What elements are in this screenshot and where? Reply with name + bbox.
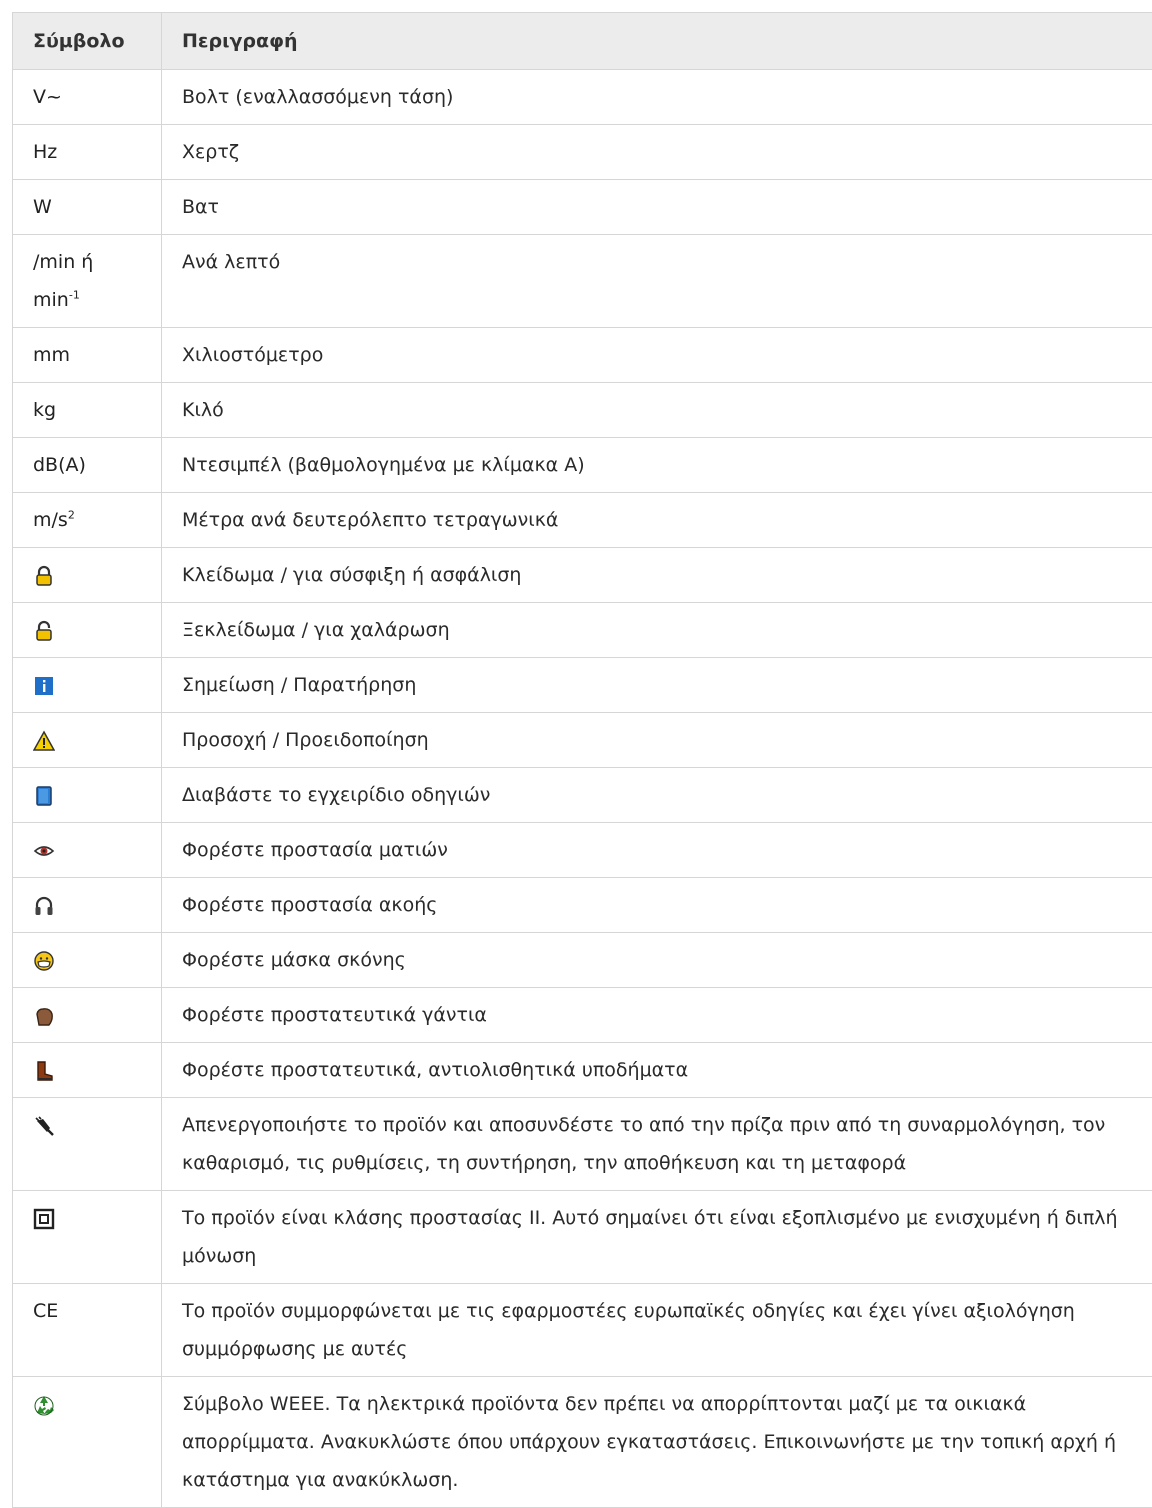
description-cell: Ξεκλείδωμα / για χαλάρωση [162, 603, 1152, 658]
table-row: Διαβάστε το εγχειρίδιο οδηγιών [13, 768, 1152, 823]
gloves-icon [33, 1005, 55, 1027]
table-row: V~ Βολτ (εναλλασσόμενη τάση) [13, 70, 1152, 125]
symbols-table: Σύμβολο Περιγραφή V~ Βολτ (εναλλασσόμενη… [12, 12, 1152, 1508]
table-row: Φορέστε προστασία ματιών [13, 823, 1152, 878]
description-cell: Βολτ (εναλλασσόμενη τάση) [162, 70, 1152, 125]
hearing-protection-icon [33, 895, 55, 917]
description-cell: Φορέστε προστατευτικά γάντια [162, 988, 1152, 1043]
table-row: CE Το προϊόν συμμορφώνεται με τις εφαρμο… [13, 1284, 1152, 1377]
symbol-cell: Hz [13, 125, 162, 180]
lock-icon [33, 565, 55, 587]
symbol-cell [13, 768, 162, 823]
description-cell: Φορέστε προστατευτικά, αντιολισθητικά υπ… [162, 1043, 1152, 1098]
symbol-cell [13, 988, 162, 1043]
eye-protection-icon [33, 840, 55, 862]
symbol-cell [13, 823, 162, 878]
symbol-cell [13, 933, 162, 988]
table-row: mm Χιλιοστόμετρο [13, 328, 1152, 383]
symbol-cell: kg [13, 383, 162, 438]
symbol-cell: /min ή min-1 [13, 235, 162, 328]
class-ii-icon [33, 1208, 55, 1230]
table-row: Σημείωση / Παρατήρηση [13, 658, 1152, 713]
info-icon [33, 675, 55, 697]
symbol-cell: mm [13, 328, 162, 383]
table-row: Φορέστε μάσκα σκόνης [13, 933, 1152, 988]
symbol-cell [13, 1098, 162, 1191]
table-row: Hz Χερτζ [13, 125, 1152, 180]
description-cell: Φορέστε προστασία ακοής [162, 878, 1152, 933]
symbol-cell [13, 1377, 162, 1508]
description-cell: Απενεργοποιήστε το προϊόν και αποσυνδέστ… [162, 1098, 1152, 1191]
table-row: m/s2 Μέτρα ανά δευτερόλεπτο τετραγωνικά [13, 493, 1152, 548]
table-row: Προσοχή / Προειδοποίηση [13, 713, 1152, 768]
table-row: kg Κιλό [13, 383, 1152, 438]
unplug-icon [33, 1115, 55, 1137]
table-row: Φορέστε προστασία ακοής [13, 878, 1152, 933]
table-row: dB(A) Ντεσιμπέλ (βαθμολογημένα με κλίμακ… [13, 438, 1152, 493]
symbol-cell [13, 658, 162, 713]
symbol-cell [13, 603, 162, 658]
symbol-cell [13, 1191, 162, 1284]
table-row: Σύμβολο WEEE. Τα ηλεκτρικά προϊόντα δεν … [13, 1377, 1152, 1508]
warning-icon [33, 730, 55, 752]
symbol-cell [13, 713, 162, 768]
description-cell: Φορέστε μάσκα σκόνης [162, 933, 1152, 988]
symbol-text: /min ή [33, 251, 93, 273]
symbol-superscript: 2 [68, 509, 75, 522]
symbol-cell [13, 1043, 162, 1098]
symbol-cell: V~ [13, 70, 162, 125]
description-cell: Κιλό [162, 383, 1152, 438]
description-cell: Προσοχή / Προειδοποίηση [162, 713, 1152, 768]
symbol-superscript: -1 [69, 289, 80, 302]
symbol-cell: m/s2 [13, 493, 162, 548]
table-row: W Βατ [13, 180, 1152, 235]
description-cell: Ντεσιμπέλ (βαθμολογημένα με κλίμακα A) [162, 438, 1152, 493]
description-cell: Μέτρα ανά δευτερόλεπτο τετραγωνικά [162, 493, 1152, 548]
description-cell: Το προϊόν είναι κλάσης προστασίας II. Αυ… [162, 1191, 1152, 1284]
table-row: Φορέστε προστατευτικά γάντια [13, 988, 1152, 1043]
boots-icon [33, 1060, 55, 1082]
unlock-icon [33, 620, 55, 642]
description-cell: Χιλιοστόμετρο [162, 328, 1152, 383]
table-row: Το προϊόν είναι κλάσης προστασίας II. Αυ… [13, 1191, 1152, 1284]
table-header-row: Σύμβολο Περιγραφή [13, 13, 1152, 70]
description-cell: Βατ [162, 180, 1152, 235]
symbol-text: min [33, 289, 69, 311]
recycle-icon [33, 1394, 55, 1416]
description-column-header: Περιγραφή [162, 13, 1152, 70]
symbol-column-header: Σύμβολο [13, 13, 162, 70]
table-row: Κλείδωμα / για σύσφιξη ή ασφάλιση [13, 548, 1152, 603]
description-cell: Κλείδωμα / για σύσφιξη ή ασφάλιση [162, 548, 1152, 603]
dust-mask-icon [33, 950, 55, 972]
symbol-cell: dB(A) [13, 438, 162, 493]
table-row: /min ή min-1 Ανά λεπτό [13, 235, 1152, 328]
symbol-cell [13, 878, 162, 933]
table-row: Απενεργοποιήστε το προϊόν και αποσυνδέστ… [13, 1098, 1152, 1191]
symbol-cell [13, 548, 162, 603]
description-cell: Ανά λεπτό [162, 235, 1152, 328]
symbol-cell: CE [13, 1284, 162, 1377]
description-cell: Διαβάστε το εγχειρίδιο οδηγιών [162, 768, 1152, 823]
symbol-cell: W [13, 180, 162, 235]
description-cell: Χερτζ [162, 125, 1152, 180]
description-cell: Σύμβολο WEEE. Τα ηλεκτρικά προϊόντα δεν … [162, 1377, 1152, 1508]
table-row: Ξεκλείδωμα / για χαλάρωση [13, 603, 1152, 658]
manual-icon [33, 785, 55, 807]
table-row: Φορέστε προστατευτικά, αντιολισθητικά υπ… [13, 1043, 1152, 1098]
symbol-text: m/s [33, 509, 68, 531]
description-cell: Το προϊόν συμμορφώνεται με τις εφαρμοστέ… [162, 1284, 1152, 1377]
description-cell: Σημείωση / Παρατήρηση [162, 658, 1152, 713]
description-cell: Φορέστε προστασία ματιών [162, 823, 1152, 878]
